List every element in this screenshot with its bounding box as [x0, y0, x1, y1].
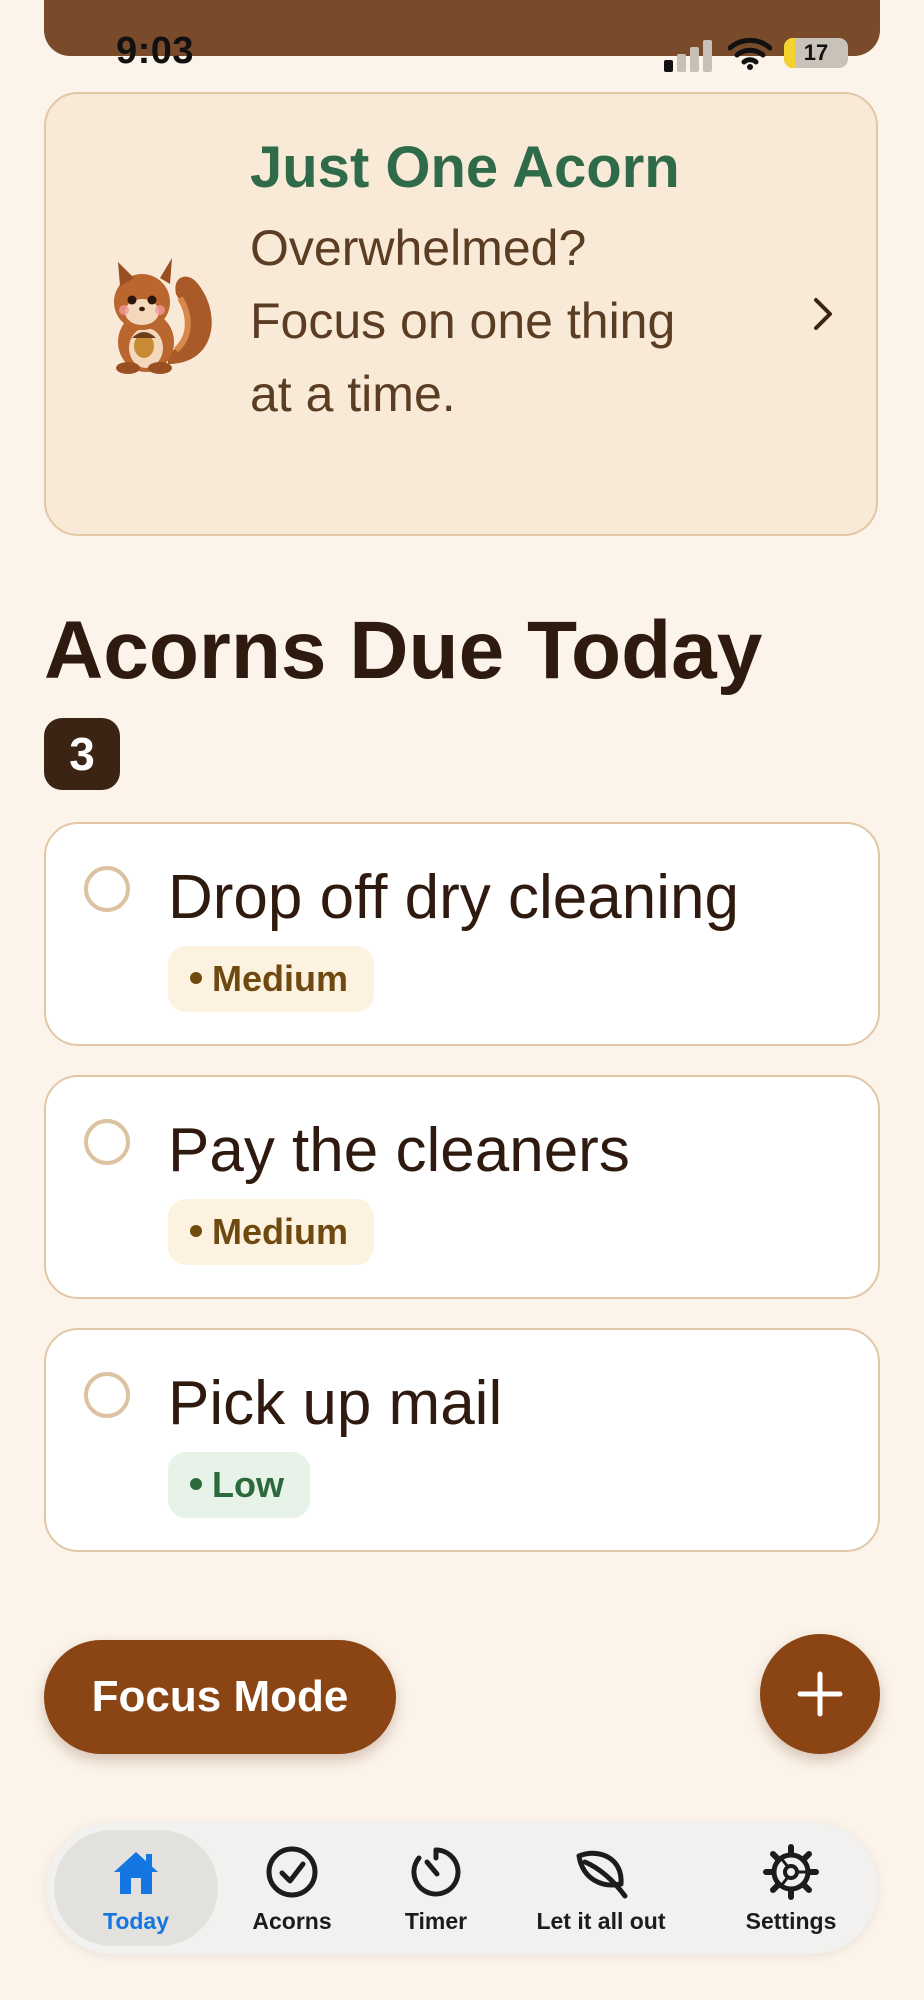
status-time: 9:03: [116, 30, 195, 72]
battery-icon: 17: [784, 38, 848, 68]
priority-dot-icon: [190, 972, 202, 985]
priority-dot-icon: [190, 1225, 202, 1238]
task-card[interactable]: Pick up mail Low: [44, 1328, 880, 1552]
tab-label: Timer: [404, 1908, 468, 1934]
priority-dot-icon: [190, 1478, 202, 1491]
gear-icon: [763, 1844, 819, 1900]
bottom-tab-bar: Today Acorns Timer Let it all out Settin…: [46, 1822, 878, 1954]
task-title: Pay the cleaners: [168, 1116, 630, 1185]
priority-badge: Medium: [168, 946, 375, 1012]
chevron-right-icon: [814, 298, 832, 330]
tab-label: Today: [102, 1908, 170, 1934]
timer-icon: [411, 1847, 461, 1897]
focus-mode-button[interactable]: Focus Mode: [44, 1640, 396, 1754]
priority-label: Medium: [212, 1211, 349, 1252]
task-checkbox[interactable]: [84, 1119, 130, 1165]
task-checkbox[interactable]: [84, 866, 130, 912]
wifi-icon: [728, 37, 772, 70]
battery-percent: 17: [803, 40, 829, 65]
cellular-signal-icon: [664, 38, 714, 72]
task-count-badge: 3: [44, 718, 120, 790]
promo-title: Just One Acorn: [250, 135, 680, 200]
priority-badge: Medium: [168, 1199, 375, 1265]
squirrel-mascot-icon: [114, 258, 212, 374]
priority-label: Medium: [212, 958, 349, 999]
tab-timer[interactable]: Timer: [386, 1830, 486, 1946]
priority-label: Low: [212, 1464, 284, 1505]
tab-today[interactable]: Today: [54, 1830, 218, 1946]
tab-settings[interactable]: Settings: [716, 1830, 866, 1946]
task-checkbox[interactable]: [84, 1372, 130, 1418]
home-icon: [114, 1852, 158, 1894]
status-bar: 9:03 17: [0, 0, 924, 80]
section-title: Acorns Due Today: [44, 605, 763, 696]
just-one-acorn-card[interactable]: Just One Acorn Overwhelmed? Focus on one…: [44, 92, 878, 536]
priority-badge: Low: [168, 1452, 310, 1518]
leaf-icon: [576, 1850, 628, 1899]
tab-label: Let it all out: [536, 1908, 666, 1934]
tab-acorns[interactable]: Acorns: [236, 1830, 348, 1946]
tab-label: Settings: [745, 1908, 837, 1934]
task-title: Pick up mail: [168, 1369, 503, 1438]
promo-subtitle: Overwhelmed? Focus on one thing at a tim…: [250, 220, 676, 422]
task-card[interactable]: Drop off dry cleaning Medium: [44, 822, 880, 1046]
tab-let-it-all-out[interactable]: Let it all out: [528, 1830, 674, 1946]
check-circle-icon: [266, 1846, 318, 1898]
tab-label: Acorns: [252, 1908, 332, 1934]
task-title: Drop off dry cleaning: [168, 863, 739, 932]
plus-icon: [797, 1671, 843, 1717]
add-task-button[interactable]: [760, 1634, 880, 1754]
task-card[interactable]: Pay the cleaners Medium: [44, 1075, 880, 1299]
